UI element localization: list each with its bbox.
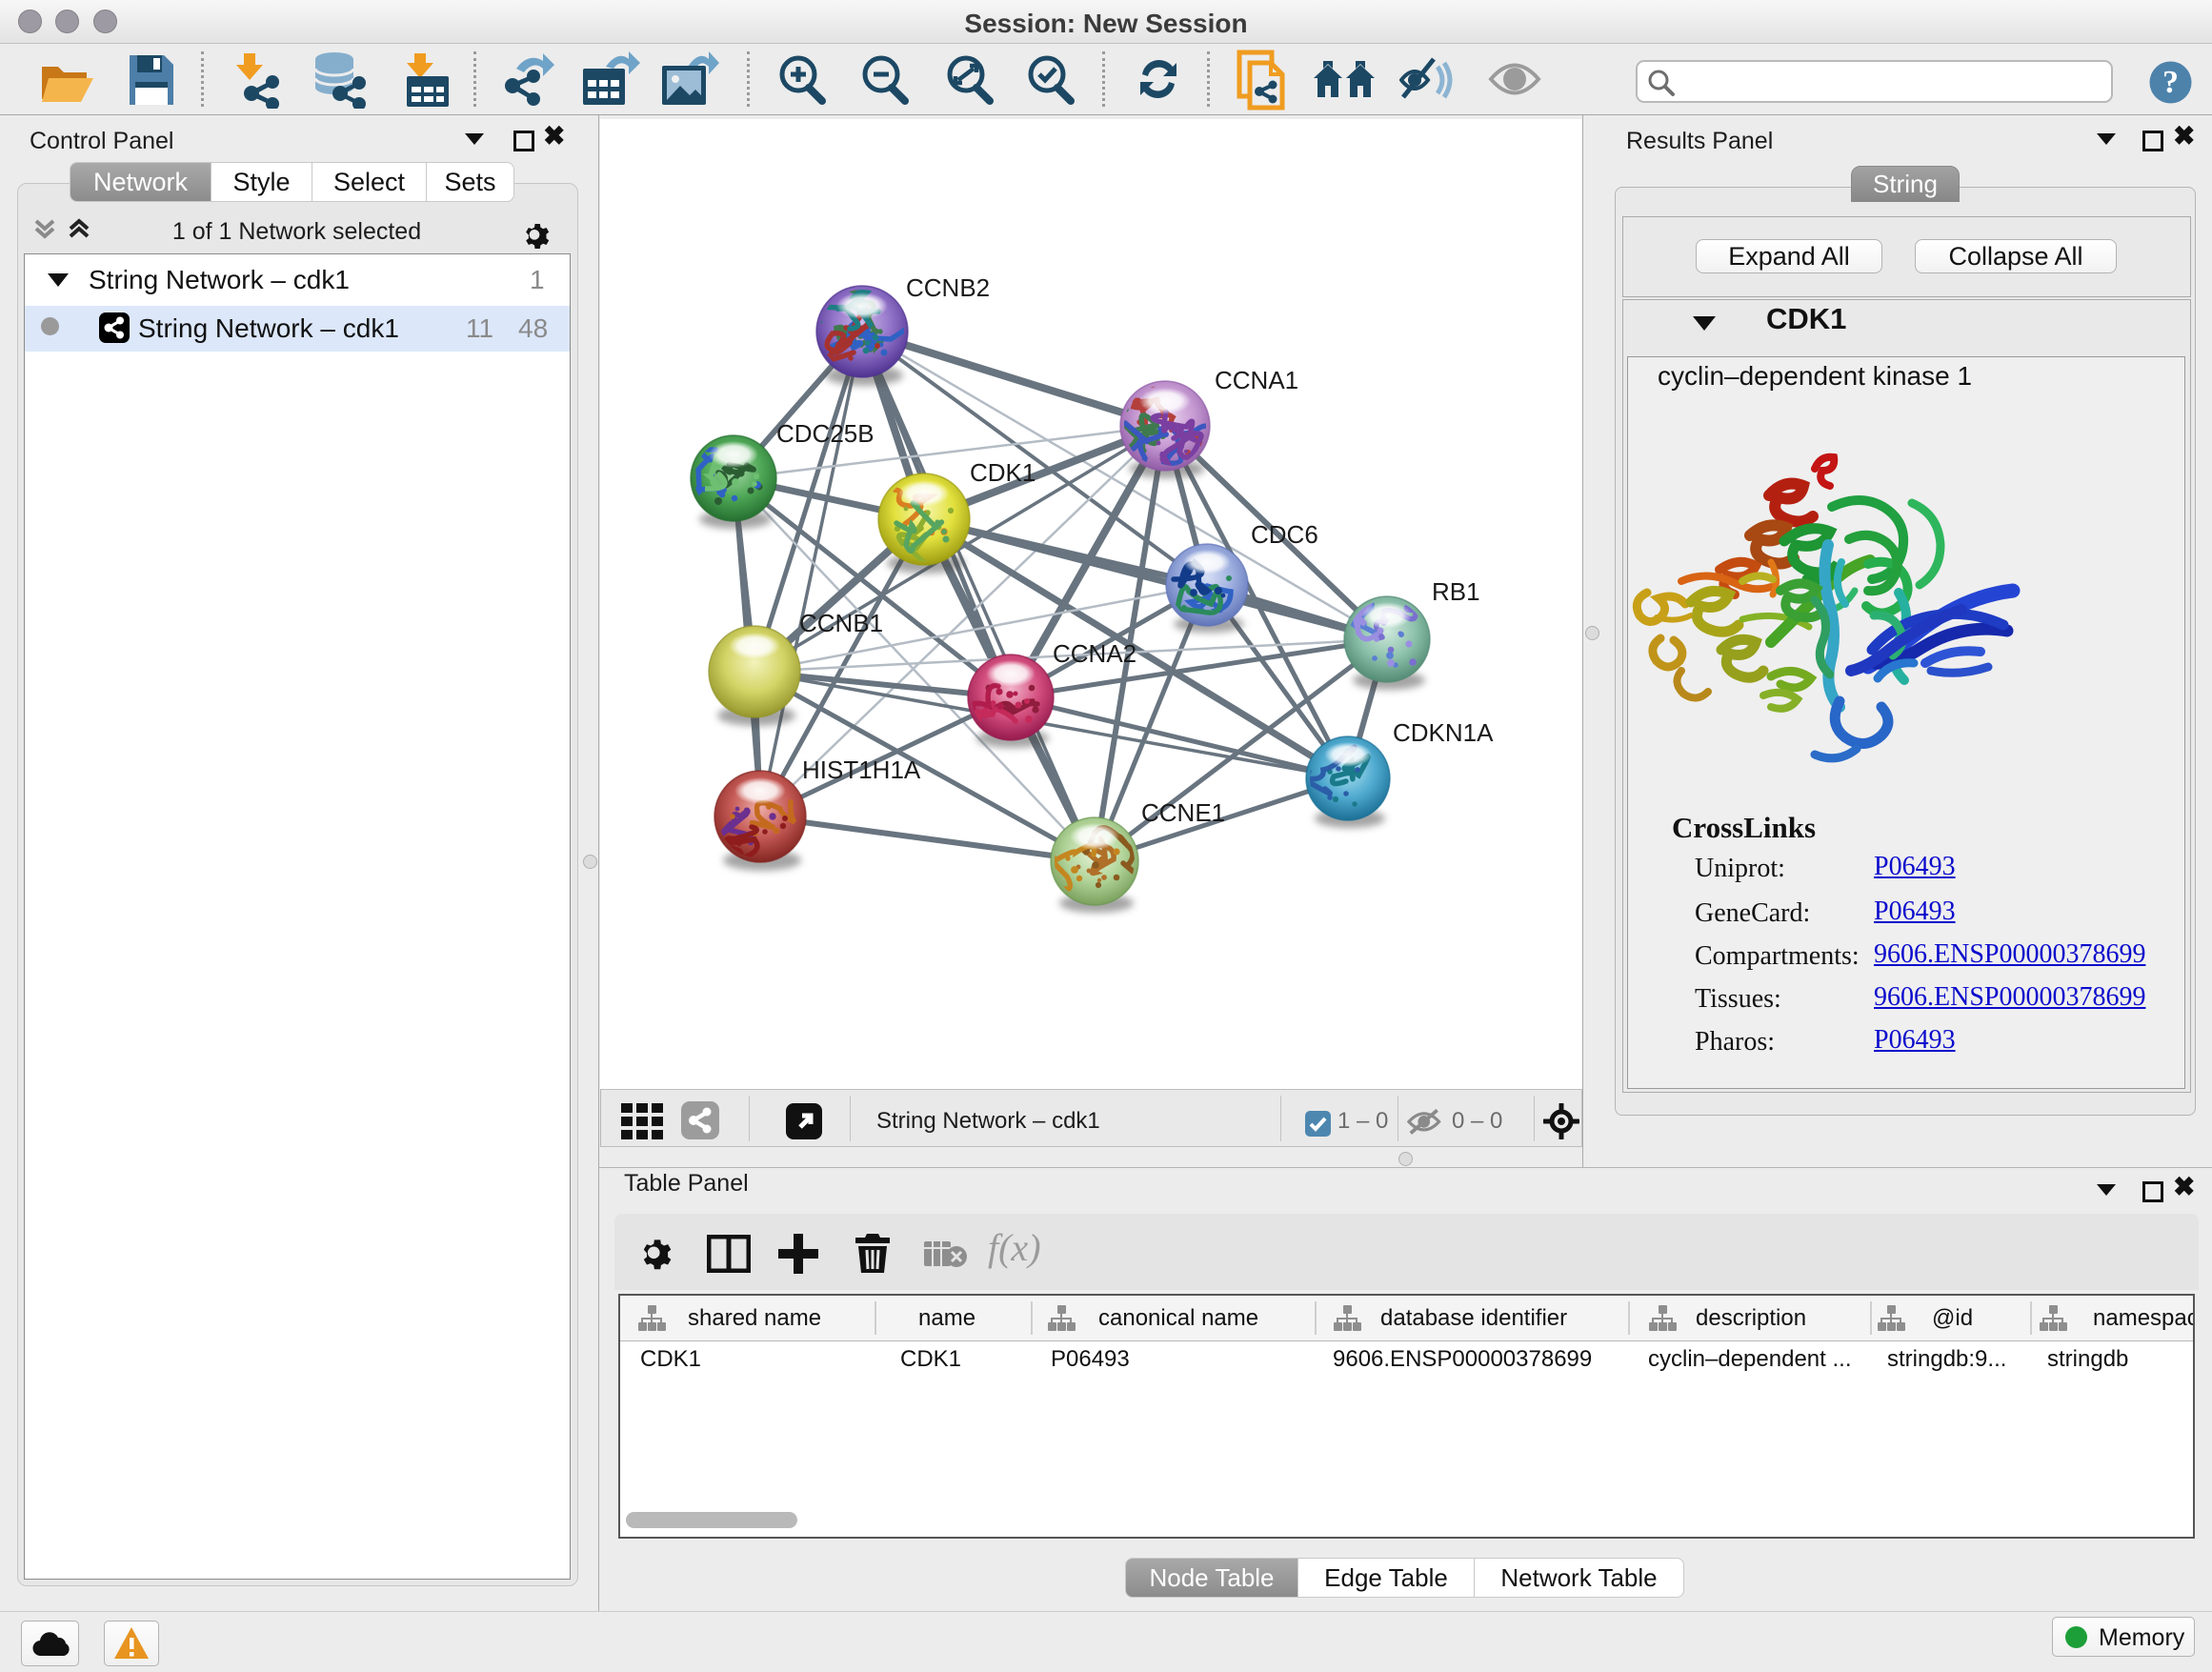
svg-text:CCNB1: CCNB1: [799, 609, 883, 637]
svg-text:CCNE1: CCNE1: [1141, 798, 1225, 827]
svg-text:CDC25B: CDC25B: [776, 419, 875, 448]
svg-text:?: ?: [2162, 65, 2179, 100]
svg-text:CDC6: CDC6: [1251, 520, 1318, 549]
svg-text:HIST1H1A: HIST1H1A: [802, 755, 921, 784]
svg-text:RB1: RB1: [1432, 577, 1480, 606]
svg-text:CCNA1: CCNA1: [1215, 366, 1298, 394]
svg-text:CCNB2: CCNB2: [906, 273, 990, 302]
svg-text:CCNA2: CCNA2: [1053, 639, 1136, 668]
svg-text:CDKN1A: CDKN1A: [1393, 718, 1494, 747]
svg-text:CDK1: CDK1: [970, 458, 1036, 487]
